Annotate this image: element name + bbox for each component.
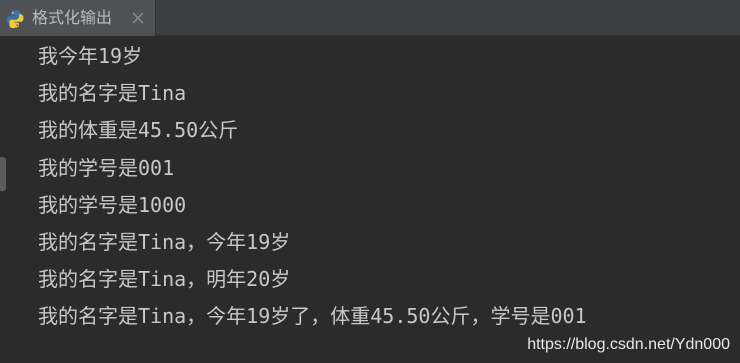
console-line: 我的学号是001 bbox=[38, 155, 175, 180]
scroll-handle[interactable] bbox=[0, 157, 6, 191]
run-console-window: 格式化输出 我今年19岁 我的名字是Tina 我的体重是45.50公斤 我的学号… bbox=[0, 0, 740, 363]
watermark: https://blog.csdn.net/Ydn000 bbox=[527, 336, 730, 353]
console-gutter bbox=[0, 36, 22, 363]
console-line: 我的名字是Tina，明年20岁 bbox=[38, 267, 291, 292]
console-line: 我的名字是Tina，今年19岁 bbox=[38, 229, 291, 254]
close-icon[interactable] bbox=[131, 11, 145, 25]
console-line: 我的名字是Tina，今年19岁了，体重45.50公斤，学号是001 bbox=[38, 304, 587, 329]
tab-format-output[interactable]: 格式化输出 bbox=[0, 0, 156, 36]
console-output: 我今年19岁 我的名字是Tina 我的体重是45.50公斤 我的学号是001 我… bbox=[38, 38, 728, 336]
console-line: 我今年19岁 bbox=[38, 44, 143, 68]
console-line: 我的名字是Tina bbox=[38, 81, 187, 106]
tab-label: 格式化输出 bbox=[32, 8, 113, 27]
console-line: 我的体重是45.50公斤 bbox=[38, 118, 239, 143]
console-line: 我的学号是1000 bbox=[38, 192, 187, 217]
python-file-icon bbox=[6, 10, 24, 29]
tab-bar: 格式化输出 bbox=[0, 0, 740, 36]
